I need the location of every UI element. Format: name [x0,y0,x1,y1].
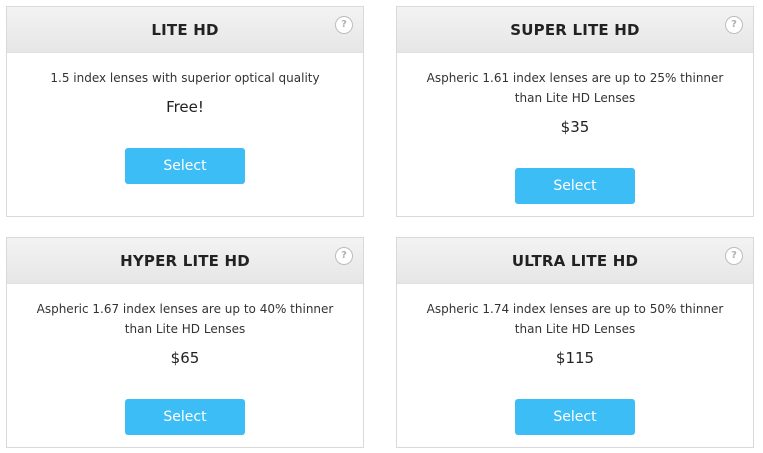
card-header: LITE HD ? [7,7,363,53]
card-description: Aspheric 1.67 index lenses are up to 40%… [36,302,334,336]
help-icon[interactable]: ? [725,16,743,34]
select-button[interactable]: Select [515,168,635,204]
help-icon[interactable]: ? [335,247,353,265]
lens-option-card-super-lite-hd: SUPER LITE HD ? Aspheric 1.61 index lens… [396,6,754,217]
card-title: LITE HD [151,20,219,39]
help-icon[interactable]: ? [725,247,743,265]
card-header: ULTRA LITE HD ? [397,238,753,284]
card-title: ULTRA LITE HD [511,251,639,270]
card-title: SUPER LITE HD [510,20,640,39]
card-description: 1.5 index lenses with superior optical q… [50,71,320,85]
card-header: SUPER LITE HD ? [397,7,753,53]
select-button[interactable]: Select [515,399,635,435]
card-price: $65 [170,349,200,367]
select-button[interactable]: Select [125,148,245,184]
card-price: Free! [166,98,204,116]
lens-option-card-lite-hd: LITE HD ? 1.5 index lenses with superior… [6,6,364,217]
lens-option-card-hyper-lite-hd: HYPER LITE HD ? Aspheric 1.67 index lens… [6,237,364,448]
card-price: $35 [560,118,590,136]
card-header: HYPER LITE HD ? [7,238,363,284]
select-button[interactable]: Select [125,399,245,435]
card-title: HYPER LITE HD [120,251,250,270]
card-description: Aspheric 1.74 index lenses are up to 50%… [426,302,724,336]
card-price: $115 [555,349,595,367]
lens-option-card-ultra-lite-hd: ULTRA LITE HD ? Aspheric 1.74 index lens… [396,237,754,448]
help-icon[interactable]: ? [335,16,353,34]
card-description: Aspheric 1.61 index lenses are up to 25%… [426,71,724,105]
